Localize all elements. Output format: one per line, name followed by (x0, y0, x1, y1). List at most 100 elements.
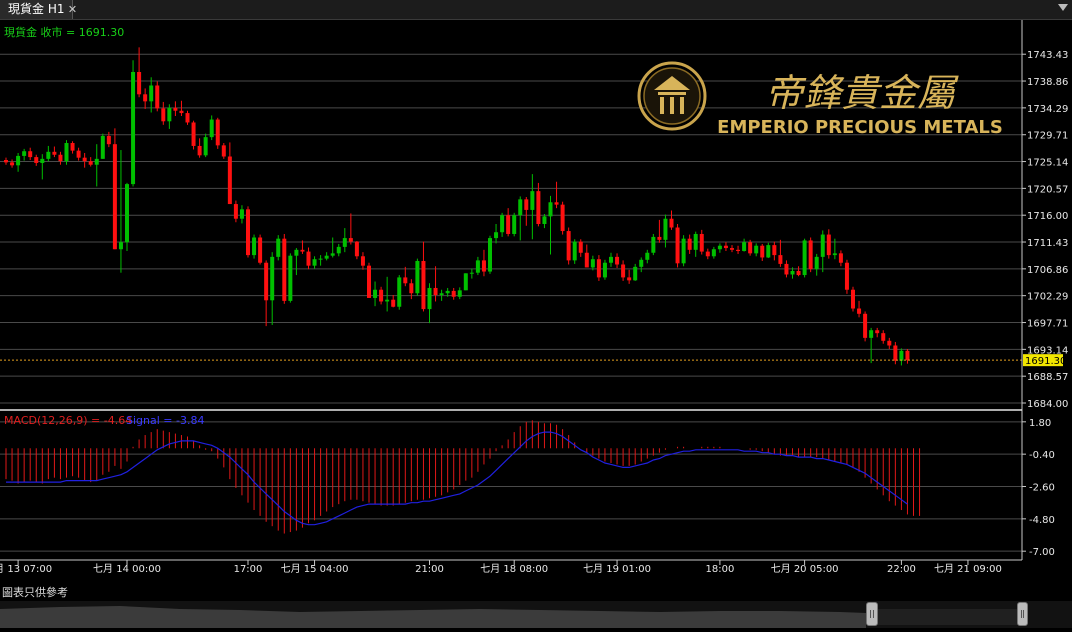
candle-body (288, 255, 293, 301)
candle-body (76, 150, 81, 158)
candle-body (270, 256, 275, 301)
candle-body (542, 216, 547, 224)
candle-body (869, 330, 874, 338)
candle-body (899, 350, 904, 361)
candle-body (221, 145, 226, 157)
candle-body (439, 293, 444, 296)
candle-body (469, 272, 474, 274)
candle-body (379, 289, 384, 302)
time-tick-label: 七月 13 07:00 (0, 563, 52, 575)
candle-body (185, 113, 190, 123)
candle-body (633, 266, 638, 281)
candle-body (209, 119, 214, 138)
candle-body (651, 236, 656, 253)
candle-body (421, 260, 426, 310)
candle-body (40, 158, 45, 163)
candle-body (881, 333, 886, 341)
candle-body (796, 270, 801, 276)
candle-body (730, 248, 734, 250)
price-tick-label: 1725.14 (1027, 158, 1068, 169)
candle-body (179, 110, 184, 114)
chart-scrollbar[interactable] (0, 601, 1072, 628)
price-tick-label: 1738.86 (1027, 77, 1068, 88)
scroll-thumb-right[interactable] (1017, 602, 1028, 626)
candle-body (16, 155, 21, 166)
candle-body (639, 259, 644, 267)
macd-tick-label: -4.80 (1029, 515, 1055, 526)
candle-body (832, 253, 837, 256)
candle-body (560, 204, 565, 232)
candle-body (500, 215, 505, 233)
candle-body (627, 277, 632, 281)
candle-body (391, 299, 396, 307)
time-tick-label: 18:00 (705, 564, 734, 575)
scroll-thumb-left[interactable] (866, 602, 878, 626)
last-price-label: 1691.30 (1025, 356, 1066, 367)
time-tick-label: 21:00 (415, 564, 444, 575)
candle-body (100, 135, 105, 159)
macd-tick-label: -7.00 (1029, 547, 1055, 558)
candle-body (125, 184, 129, 243)
candle-body (463, 273, 468, 291)
candle-body (663, 218, 668, 240)
candle-body (276, 238, 281, 257)
price-tick-label: 1729.71 (1027, 131, 1068, 142)
candle-body (844, 262, 849, 290)
price-tick-label: 1734.29 (1027, 104, 1068, 115)
candle-body (336, 246, 341, 254)
candle-body (512, 215, 517, 234)
svg-text:EMPERIO PRECIOUS METALS: EMPERIO PRECIOUS METALS (717, 117, 1003, 138)
candle-body (760, 245, 765, 258)
candle-body (22, 151, 27, 156)
candle-body (851, 289, 855, 309)
candle-body (64, 143, 69, 162)
candle-body (488, 238, 492, 272)
candle-body (227, 156, 232, 205)
candle-body (669, 218, 674, 228)
candle-body (433, 287, 438, 296)
chevron-down-icon[interactable] (1058, 4, 1068, 11)
candle-body (149, 85, 154, 102)
candle-body (814, 256, 819, 270)
candle-body (778, 255, 783, 264)
candle-body (427, 287, 432, 310)
chart-tab[interactable]: 現貨金 H1 (0, 0, 74, 19)
macd-title: MACD(12,26,9) = -4.64 (4, 414, 132, 427)
candle-body (451, 290, 456, 297)
candle-body (58, 154, 63, 162)
candle-body (905, 350, 910, 361)
candle-body (572, 241, 577, 261)
candle-body (766, 245, 771, 258)
candle-body (518, 199, 523, 216)
candle-body (252, 237, 257, 256)
svg-text:帝鋒貴金屬: 帝鋒貴金屬 (765, 71, 959, 115)
candle-body (609, 256, 613, 263)
candle-body (481, 260, 486, 272)
candle-body (385, 299, 390, 302)
candle-body (457, 290, 462, 297)
candle-body (681, 238, 686, 264)
candle-body (161, 108, 166, 122)
candle-body (693, 233, 698, 250)
time-tick-label: 七月 19 01:00 (583, 563, 651, 575)
disclaimer-note: 圖表只供參考 (2, 586, 68, 599)
price-tick-label: 1711.43 (1027, 238, 1068, 249)
price-chart[interactable]: 1743.43 1738.86 1734.29 1729.71 1725.14 1720.… (0, 20, 1072, 582)
candle-body (687, 238, 692, 250)
candle-body (590, 259, 595, 268)
candle-body (106, 135, 111, 145)
candle-body (191, 122, 196, 146)
candle-body (131, 71, 136, 185)
time-tick-label: 七月 20 05:00 (771, 563, 839, 575)
candle-body (215, 119, 220, 146)
candle-body (820, 234, 825, 257)
price-tick-label: 1743.43 (1027, 50, 1068, 61)
candle-body (354, 241, 359, 257)
chart-tab-bar: 現貨金 H1 ✕ (0, 0, 1072, 20)
close-icon[interactable]: ✕ (66, 3, 79, 16)
candle-body (754, 245, 759, 254)
candle-body (173, 107, 178, 111)
candle-body (415, 260, 420, 294)
candle-body (742, 242, 747, 251)
candle-body (409, 283, 414, 294)
